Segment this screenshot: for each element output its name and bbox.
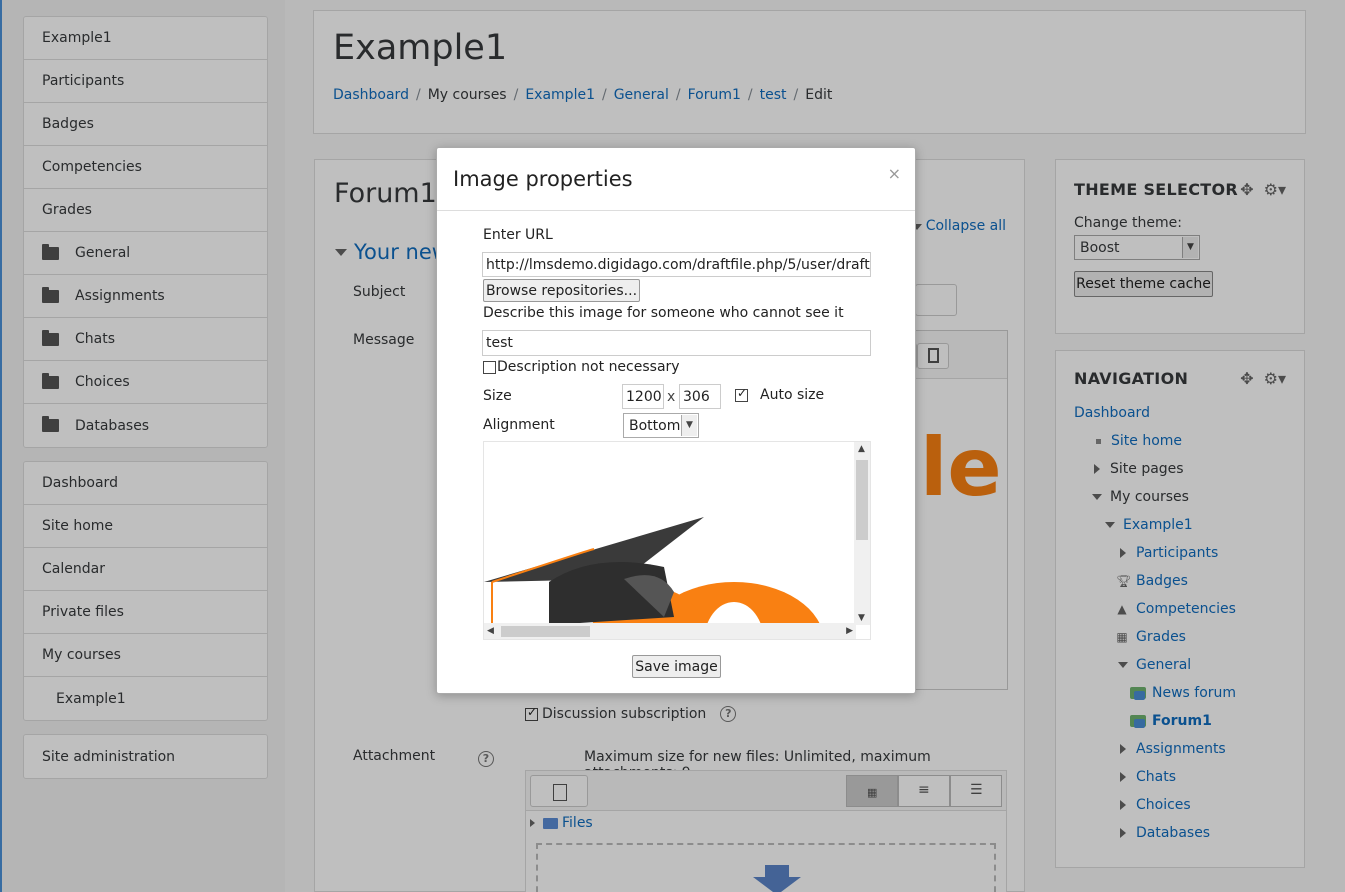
auto-size-checkbox[interactable] xyxy=(735,386,748,402)
close-icon[interactable]: × xyxy=(888,164,901,183)
scroll-thumb[interactable] xyxy=(856,460,868,540)
scroll-left-icon[interactable]: ◀ xyxy=(487,626,494,636)
description-input[interactable]: test xyxy=(482,330,871,356)
no-description-checkbox[interactable] xyxy=(483,360,496,374)
scroll-right-icon[interactable]: ▶ xyxy=(846,626,853,636)
image-properties-dialog: Image properties × Enter URL http://lmsd… xyxy=(436,147,916,694)
size-label: Size xyxy=(483,388,512,404)
scroll-up-icon[interactable]: ▲ xyxy=(858,444,865,454)
save-image-button[interactable]: Save image xyxy=(632,655,721,678)
description-label: Describe this image for someone who cann… xyxy=(483,305,844,321)
description-not-necessary[interactable]: Description not necessary xyxy=(483,359,680,375)
url-label: Enter URL xyxy=(483,227,553,243)
alignment-label: Alignment xyxy=(483,417,555,433)
browse-repositories-button[interactable]: Browse repositories... xyxy=(483,279,640,302)
image-preview[interactable]: ▲ ▼ ◀ ▶ xyxy=(483,441,871,640)
scroll-thumb[interactable] xyxy=(501,626,590,637)
moodle-logo-preview xyxy=(484,517,821,625)
scroll-down-icon[interactable]: ▼ xyxy=(858,613,865,623)
size-separator: x xyxy=(667,389,676,405)
dialog-header: Image properties × xyxy=(437,148,915,211)
chevron-down-icon: ▼ xyxy=(681,415,697,436)
height-input[interactable]: 306 xyxy=(679,384,721,409)
horizontal-scrollbar[interactable]: ◀ ▶ xyxy=(484,623,856,639)
vertical-scrollbar[interactable]: ▲ ▼ xyxy=(854,442,870,625)
width-input[interactable]: 1200 xyxy=(622,384,664,409)
url-input[interactable]: http://lmsdemo.digidago.com/draftfile.ph… xyxy=(482,252,871,277)
dialog-title: Image properties xyxy=(453,167,633,191)
alignment-select[interactable]: Bottom ▼ xyxy=(623,413,699,438)
auto-size[interactable]: Auto size xyxy=(735,386,824,403)
